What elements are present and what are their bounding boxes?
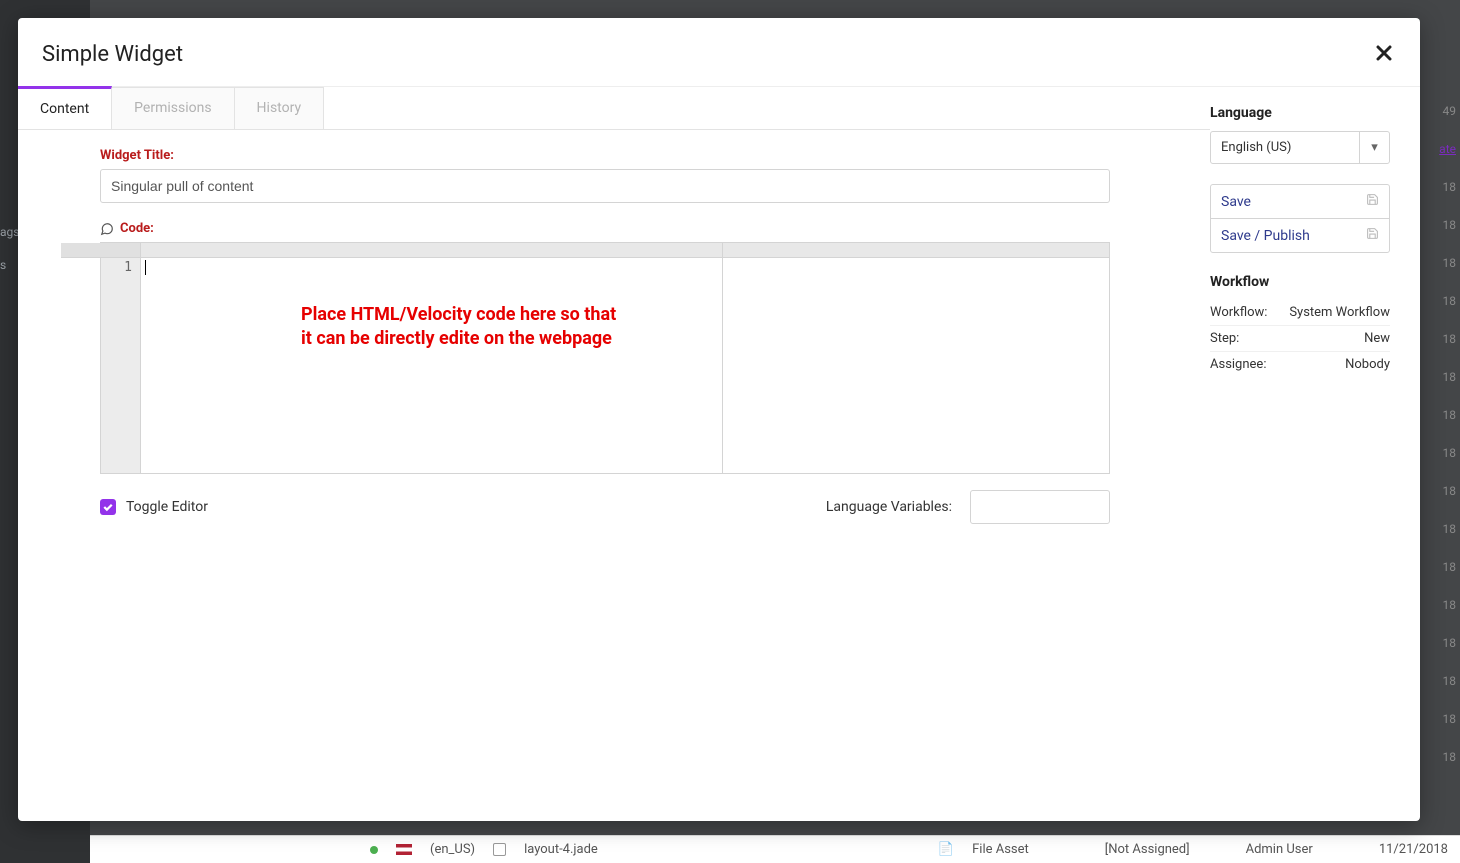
workflow-table: Workflow: System Workflow Step: New Assi… xyxy=(1210,300,1390,377)
bg-checkbox xyxy=(493,843,506,856)
tab-content[interactable]: Content xyxy=(18,86,112,129)
tab-history[interactable]: History xyxy=(235,87,325,129)
bg-right-val: 18 xyxy=(1443,366,1457,388)
workflow-section-title: Workflow xyxy=(1210,274,1398,290)
status-dot-icon xyxy=(370,846,378,854)
bg-right-val: 18 xyxy=(1443,670,1457,692)
language-section-title: Language xyxy=(1210,105,1398,121)
language-variables-select[interactable] xyxy=(970,490,1110,524)
toggle-editor-checkbox[interactable] xyxy=(100,499,116,515)
workflow-key: Assignee: xyxy=(1210,357,1266,372)
gutter-line-number: 1 xyxy=(124,260,132,275)
bg-right-val: 18 xyxy=(1443,176,1457,198)
background-table-row: (en_US) layout-4.jade 📄 File Asset [Not … xyxy=(90,835,1460,863)
tab-permissions[interactable]: Permissions xyxy=(112,87,234,129)
bg-right-val: 18 xyxy=(1443,442,1457,464)
save-publish-button-label: Save / Publish xyxy=(1221,228,1310,244)
bg-right-val: 18 xyxy=(1443,708,1457,730)
workflow-row: Step: New xyxy=(1210,326,1390,352)
bg-date: 11/21/2018 xyxy=(1379,842,1448,857)
code-gutter: 1 xyxy=(101,243,141,473)
save-button[interactable]: Save xyxy=(1210,184,1390,219)
language-select-value: English (US) xyxy=(1211,132,1359,163)
code-content-area[interactable]: Place HTML/Velocity code here so that it… xyxy=(141,243,1109,473)
workflow-value: New xyxy=(1364,331,1390,346)
code-ruler xyxy=(141,243,1109,258)
code-annotation-text: Place HTML/Velocity code here so that it… xyxy=(301,303,621,352)
bg-right-top: 49 xyxy=(1443,100,1457,122)
code-label: Code: xyxy=(120,221,154,236)
bg-right-val: 18 xyxy=(1443,594,1457,616)
save-button-label: Save xyxy=(1221,194,1251,210)
modal-side-pane: Language English (US) ▾ Save Save / Publ… xyxy=(1210,87,1420,821)
bg-right-val: 18 xyxy=(1443,290,1457,312)
language-variables-label: Language Variables: xyxy=(826,499,952,515)
tab-label: Content xyxy=(40,101,89,117)
bg-right-val: 18 xyxy=(1443,746,1457,768)
bg-filetype: File Asset xyxy=(972,842,1029,857)
comment-icon xyxy=(100,222,114,236)
sidebar-fragment-1: ags xyxy=(0,225,19,239)
close-icon xyxy=(1376,45,1392,61)
bg-assigned: [Not Assigned] xyxy=(1105,842,1190,857)
modal-title: Simple Widget xyxy=(42,42,183,67)
widget-title-label: Widget Title: xyxy=(100,148,1140,163)
modal-main-pane: Content Permissions History Widget Title… xyxy=(18,87,1210,821)
editor-footer: Toggle Editor Language Variables: xyxy=(100,490,1110,524)
modal-header: Simple Widget xyxy=(18,18,1420,87)
workflow-value: Nobody xyxy=(1345,357,1390,372)
workflow-key: Workflow: xyxy=(1210,305,1267,320)
code-split-divider xyxy=(722,243,723,473)
chevron-down-icon: ▾ xyxy=(1359,132,1389,163)
save-icon xyxy=(1366,193,1379,210)
bg-right-val: 18 xyxy=(1443,632,1457,654)
workflow-key: Step: xyxy=(1210,331,1239,346)
checkmark-icon xyxy=(102,501,114,513)
save-icon xyxy=(1366,227,1379,244)
bg-right-val: 18 xyxy=(1443,214,1457,236)
workflow-value: System Workflow xyxy=(1289,305,1390,320)
text-cursor-icon xyxy=(145,260,146,275)
action-button-group: Save Save / Publish xyxy=(1210,184,1398,253)
file-icon: 📄 xyxy=(938,842,954,857)
tab-label: History xyxy=(257,100,302,116)
sidebar-fragment-2: s xyxy=(0,258,6,272)
save-publish-button[interactable]: Save / Publish xyxy=(1210,218,1390,253)
bg-right-val: 18 xyxy=(1443,480,1457,502)
bg-right-val: 18 xyxy=(1443,252,1457,274)
workflow-row: Workflow: System Workflow xyxy=(1210,300,1390,326)
bg-right-link: ate xyxy=(1439,138,1456,160)
bg-user: Admin User xyxy=(1246,842,1313,857)
tab-bar: Content Permissions History xyxy=(18,87,1210,130)
toggle-editor-label[interactable]: Toggle Editor xyxy=(126,499,208,515)
workflow-row: Assignee: Nobody xyxy=(1210,352,1390,377)
flag-us-icon xyxy=(396,844,412,855)
bg-right-val: 18 xyxy=(1443,328,1457,350)
bg-right-val: 18 xyxy=(1443,556,1457,578)
bg-lang: (en_US) xyxy=(430,842,475,857)
tab-label: Permissions xyxy=(134,100,211,116)
modal-dialog: Simple Widget Content Permissions Histor… xyxy=(18,18,1420,821)
language-select[interactable]: English (US) ▾ xyxy=(1210,131,1390,164)
code-editor[interactable]: 1 Place HTML/Velocity code here so that … xyxy=(100,242,1110,474)
bg-right-val: 18 xyxy=(1443,518,1457,540)
close-button[interactable] xyxy=(1372,38,1396,70)
form-area: Widget Title: Code: 1 xyxy=(18,130,1210,821)
bg-right-val: 18 xyxy=(1443,404,1457,426)
widget-title-input[interactable] xyxy=(100,169,1110,203)
bg-filename: layout-4.jade xyxy=(524,842,598,857)
